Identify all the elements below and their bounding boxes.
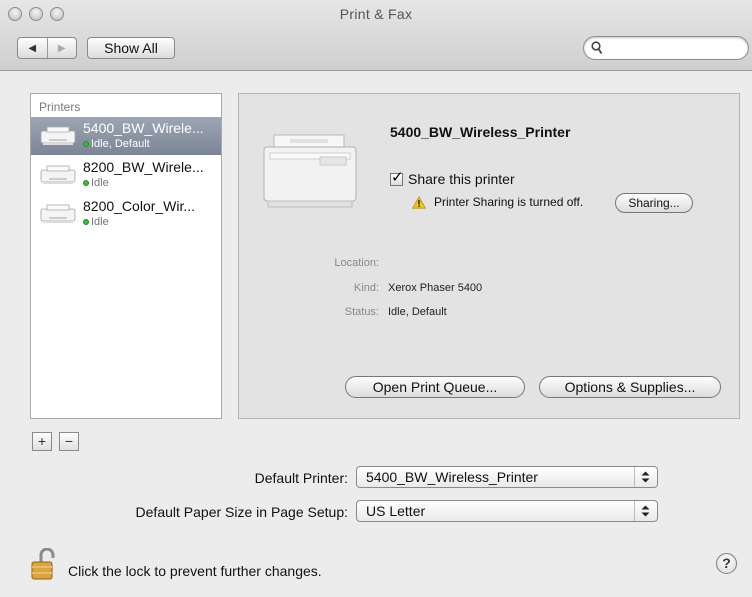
printer-status: Idle (91, 177, 109, 189)
add-printer-button[interactable]: + (32, 432, 52, 451)
printers-list[interactable]: Printers 5400_BW_Wirele... Idle, Default… (30, 93, 222, 419)
sharing-warning: Printer Sharing is turned off. (412, 195, 583, 209)
window-title: Print & Fax (339, 6, 413, 22)
printer-status: Idle, Default (91, 138, 150, 150)
checkmark-icon: ✓ (391, 168, 404, 186)
paper-size-value: US Letter (366, 503, 426, 519)
lock-icon[interactable] (30, 548, 60, 582)
selected-printer-name: 5400_BW_Wireless_Printer (390, 124, 571, 140)
warning-icon (412, 195, 426, 209)
default-printer-label: Default Printer: (254, 470, 348, 486)
sharing-warning-text: Printer Sharing is turned off. (434, 195, 584, 209)
printer-details-panel: 5400_BW_Wireless_Printer ✓ Share this pr… (238, 93, 740, 419)
printer-icon (40, 165, 76, 184)
share-printer-checkbox[interactable]: ✓ (390, 169, 404, 186)
search-field[interactable] (583, 36, 749, 60)
printer-item-8200-color[interactable]: 8200_Color_Wir... Idle (31, 195, 221, 233)
default-printer-value: 5400_BW_Wireless_Printer (366, 469, 538, 485)
select-arrows (634, 467, 657, 487)
search-icon (591, 41, 603, 54)
share-printer-label: Share this printer (408, 171, 515, 187)
remove-printer-button[interactable]: − (59, 432, 79, 451)
status-dot-icon (83, 219, 89, 225)
printer-status: Idle (91, 216, 109, 228)
search-input[interactable] (606, 39, 746, 59)
printer-item-8200-bw[interactable]: 8200_BW_Wirele... Idle (31, 156, 221, 194)
printer-icon (40, 204, 76, 223)
updown-arrow-icon (641, 505, 650, 517)
share-printer-row: ✓ Share this printer (390, 169, 515, 187)
status-dot-icon (83, 180, 89, 186)
print-fax-window: Print & Fax ◀ ▶ Show All Printers 5400_B… (0, 0, 752, 597)
show-all-button[interactable]: Show All (87, 37, 175, 59)
status-value: Idle, Default (388, 306, 447, 318)
paper-size-select[interactable]: US Letter (356, 500, 658, 522)
printer-item-5400-bw[interactable]: 5400_BW_Wirele... Idle, Default (31, 117, 221, 155)
forward-arrow-icon: ▶ (57, 42, 66, 54)
kind-label: Kind: (353, 282, 379, 294)
select-arrows (634, 501, 657, 521)
help-button[interactable]: ? (716, 553, 737, 574)
open-print-queue-button[interactable]: Open Print Queue... (345, 376, 525, 398)
updown-arrow-icon (641, 471, 650, 483)
title-toolbar: Print & Fax ◀ ▶ Show All (0, 0, 752, 71)
sharing-button[interactable]: Sharing... (615, 193, 693, 213)
kind-value: Xerox Phaser 5400 (388, 282, 483, 294)
printer-icon (40, 126, 76, 145)
printer-name: 5400_BW_Wirele... (83, 120, 204, 136)
back-forward-control: ◀ ▶ (17, 37, 77, 59)
default-printer-select[interactable]: 5400_BW_Wireless_Printer (356, 466, 658, 488)
printer-name: 8200_BW_Wirele... (83, 159, 204, 175)
status-dot-icon (83, 141, 89, 147)
status-label: Status: (344, 306, 379, 318)
printer-name: 8200_Color_Wir... (83, 198, 196, 214)
options-supplies-button[interactable]: Options & Supplies... (539, 376, 721, 398)
back-arrow-icon: ◀ (28, 42, 37, 54)
large-printer-icon (263, 134, 357, 208)
lock-message: Click the lock to prevent further change… (68, 563, 322, 579)
back-button[interactable]: ◀ (18, 38, 47, 58)
printers-list-header: Printers (39, 100, 81, 114)
paper-size-label: Default Paper Size in Page Setup: (135, 504, 348, 520)
forward-button[interactable]: ▶ (46, 38, 77, 58)
location-label: Location: (334, 257, 379, 269)
